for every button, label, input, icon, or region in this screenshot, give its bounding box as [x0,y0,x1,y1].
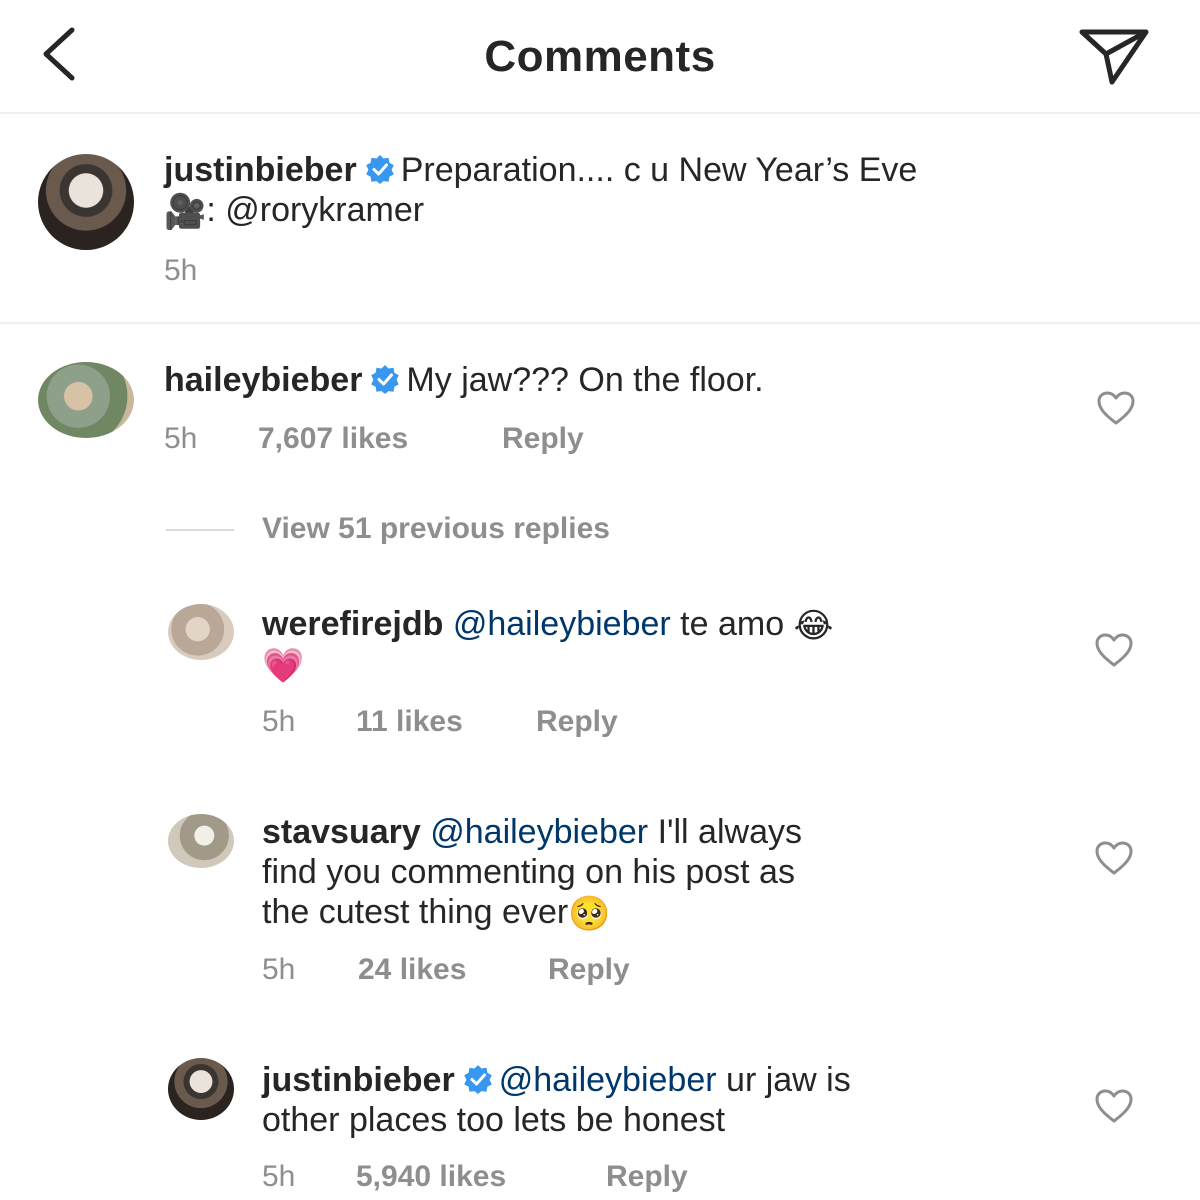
heart-icon [1095,633,1133,667]
like-button[interactable] [1094,1088,1134,1124]
reply-line-2: find you commenting on his post as [262,852,795,892]
heart-icon [1095,1089,1133,1123]
reply-line-1: stavsuary @haileybieber I'll always [262,812,802,852]
reply-time: 5h [262,953,296,986]
reply-button[interactable]: Reply [606,1160,688,1194]
reply-line-2: other places too lets be honest [262,1100,725,1140]
reply-likes[interactable]: 24 likes [358,953,466,987]
like-button[interactable] [1096,390,1136,426]
reply-mention[interactable]: @haileybieber [453,605,671,643]
view-previous-replies-link[interactable]: View 51 previous replies [262,512,610,546]
reply-username[interactable]: stavsuary [262,813,421,851]
reply-button[interactable]: Reply [536,705,618,739]
movie-camera-emoji: 🎥 [164,193,207,232]
reply-text: ur jaw is [726,1061,851,1099]
reply-likes[interactable]: 11 likes [356,705,463,739]
reply-username[interactable]: werefirejdb [262,605,443,643]
laughing-emoji: 😂 [793,607,834,646]
reply-mention[interactable]: @haileybieber [499,1061,717,1099]
reply-text: I'll always [657,813,802,851]
like-button[interactable] [1094,840,1134,876]
comment-time: 5h [164,422,198,455]
comment-text: My jaw??? On the floor. [406,361,764,399]
reply-line-2: 💗 [262,644,304,686]
reply-time: 5h [262,705,296,738]
share-button[interactable] [1076,24,1152,88]
reply-text: te amo [680,605,785,643]
paper-plane-icon [1079,29,1149,85]
reply-text: other places too lets be honest [262,1101,726,1139]
header-bar: Comments [0,0,1200,114]
reply-button[interactable]: Reply [548,953,630,987]
comment-likes[interactable]: 7,607 likes [258,422,408,456]
caption-time: 5h [164,254,198,287]
comments-screen: Comments justinbieber Preparation.... c u… [0,0,1200,1200]
heart-icon [1095,841,1133,875]
like-button[interactable] [1094,632,1134,668]
reply-line-1: werefirejdb @haileybieber te amo 😂 [262,604,833,646]
caption-text: Preparation.... c u New Year’s Eve [400,151,918,189]
reply-text: the cutest thing ever [262,893,569,931]
page-title: Comments [484,32,716,81]
reply-text: find you commenting on his post as [262,853,795,891]
post-caption: justinbieber Preparation.... c u New Year… [0,114,1200,324]
caption-username[interactable]: justinbieber [164,151,357,189]
heart-emoji: 💗 [262,647,305,686]
avatar[interactable] [38,154,134,250]
reply-likes[interactable]: 5,940 likes [356,1160,506,1194]
caption-credit[interactable]: : @rorykramer [206,191,424,229]
caption-line-1: justinbieber Preparation.... c u New Year… [164,150,917,190]
reply-button[interactable]: Reply [502,422,584,456]
avatar[interactable] [168,1058,234,1120]
reply-time: 5h [262,1160,296,1193]
verified-badge-icon [371,365,400,394]
reply-line-3: the cutest thing ever🥺 [262,892,611,934]
avatar[interactable] [38,362,134,438]
pleading-face-emoji: 🥺 [568,895,611,934]
comment-line-1: haileybieber My jaw??? On the floor. [164,360,764,400]
verified-badge-icon [365,155,394,184]
caption-line-2: 🎥: @rorykramer [164,190,424,232]
heart-icon [1097,391,1135,425]
avatar[interactable] [168,604,234,660]
verified-badge-icon [463,1065,492,1094]
reply-line-1: justinbieber @haileybieber ur jaw is [262,1060,851,1100]
avatar[interactable] [168,814,234,868]
reply-mention[interactable]: @haileybieber [430,813,648,851]
replies-divider [166,529,234,531]
reply-username[interactable]: justinbieber [262,1061,455,1099]
comment-username[interactable]: haileybieber [164,361,362,399]
